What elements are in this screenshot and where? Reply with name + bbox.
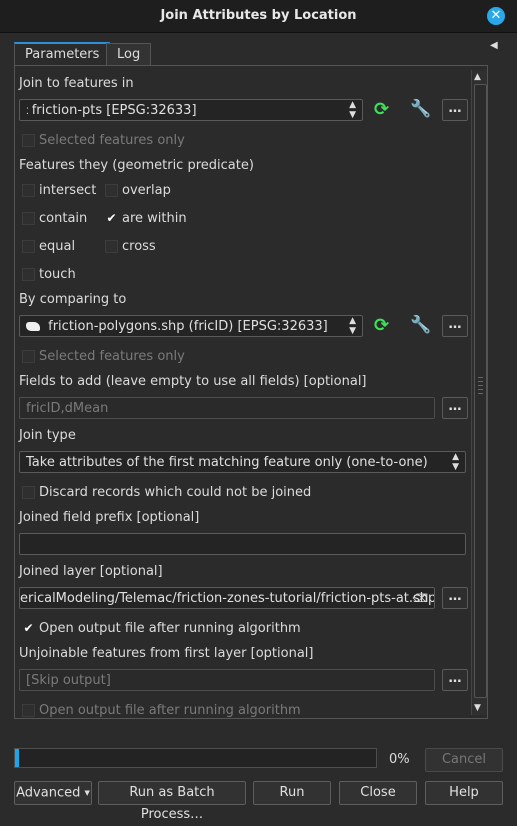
title-bar: Join Attributes by Location ✕ [0,0,517,33]
scrollbar-thumb[interactable] [474,84,487,698]
compare-layer-options-button[interactable]: … [442,315,468,337]
scroll-down-arrow-icon[interactable]: ▼ [474,703,481,713]
wrench-icon[interactable]: 🔧 [410,315,431,335]
wrench-icon[interactable]: 🔧 [410,99,431,119]
open-output-label: Open output file after running algorithm [39,621,301,636]
predicate-contain-label: contain [39,211,88,226]
joined-layer-input[interactable]: ericalModeling/Telemac/friction-zones-tu… [19,587,435,609]
sync-icon[interactable]: ⟳ [374,99,389,120]
join-layer-combo[interactable]: ⁚ friction-pts [EPSG:32633] ▲ ▼ [19,99,363,121]
predicate-within-checkbox[interactable]: ✔ [105,212,118,225]
advanced-label: Advanced [16,785,81,801]
predicate-within-label: are within [122,211,187,226]
predicate-intersect-label: intersect [39,183,97,198]
predicate-label: Features they (geometric predicate) [19,158,254,173]
unjoinable-input[interactable]: [Skip output] [19,669,435,691]
fields-select-button[interactable]: … [442,397,468,419]
predicate-touch-label: touch [39,267,76,282]
window-title: Join Attributes by Location [160,8,357,23]
compare-selected-only-checkbox[interactable] [22,350,35,363]
discard-checkbox[interactable] [22,486,35,499]
join-type-label: Join type [19,428,76,443]
fields-label: Fields to add (leave empty to use all fi… [19,374,367,389]
compare-to-label: By comparing to [19,292,127,307]
combo-arrows-icon: ▲ ▼ [349,100,356,120]
tab-log[interactable]: Log [106,43,152,66]
join-type-value: Take attributes of the first matching fe… [26,455,428,470]
unjoinable-open-output-checkbox[interactable] [22,704,35,717]
joined-layer-value: ericalModeling/Telemac/friction-zones-tu… [20,591,435,606]
scroll-up-arrow-icon[interactable]: ▲ [474,72,481,82]
predicate-contain-checkbox[interactable] [22,212,35,225]
close-icon[interactable]: ✕ [487,7,505,25]
combo-arrows-icon: ▲ ▼ [452,452,459,472]
unjoinable-open-output-label: Open output file after running algorithm [39,703,301,718]
join-type-combo[interactable]: Take attributes of the first matching fe… [19,451,466,473]
collapse-arrow-icon[interactable]: ◀ [490,40,498,51]
clear-icon[interactable]: ⌫ [412,588,428,608]
chevron-down-icon: ▼ [84,789,90,797]
predicate-touch-checkbox[interactable] [22,268,35,281]
close-button[interactable]: Close [339,781,417,805]
fields-input[interactable]: fricID,dMean [19,397,435,419]
compare-layer-combo[interactable]: friction-polygons.shp (fricID) [EPSG:326… [19,315,363,337]
cancel-button[interactable]: Cancel [425,748,503,772]
discard-label: Discard records which could not be joine… [39,485,312,500]
join-layer-options-button[interactable]: … [442,99,468,121]
join-to-label: Join to features in [19,76,134,91]
predicate-cross-label: cross [122,239,156,254]
run-button[interactable]: Run [253,781,331,805]
predicate-overlap-checkbox[interactable] [105,184,118,197]
combo-arrows-icon: ▲ ▼ [349,316,356,336]
join-selected-only-label: Selected features only [39,133,185,148]
predicate-overlap-label: overlap [122,183,171,198]
join-selected-only-checkbox[interactable] [22,134,35,147]
open-output-checkbox[interactable]: ✔ [22,622,35,635]
prefix-input[interactable] [19,533,466,555]
sync-icon[interactable]: ⟳ [374,315,389,336]
predicate-equal-checkbox[interactable] [22,240,35,253]
unjoinable-browse-button[interactable]: … [442,669,468,691]
scrollbar[interactable]: ▲ ▼ [471,70,487,715]
joined-layer-label: Joined layer [optional] [19,564,163,579]
joined-layer-browse-button[interactable]: … [442,587,468,609]
help-button[interactable]: Help [425,781,503,805]
progress-percent: 0% [389,752,410,767]
advanced-button[interactable]: Advanced ▼ [14,781,92,805]
predicate-intersect-checkbox[interactable] [22,184,35,197]
unjoinable-label: Unjoinable features from first layer [op… [19,646,314,661]
tab-parameters[interactable]: Parameters [14,42,111,66]
join-layer-value: friction-pts [EPSG:32633] [31,103,197,118]
compare-selected-only-label: Selected features only [39,349,185,364]
compare-layer-value: friction-polygons.shp (fricID) [EPSG:326… [48,319,328,334]
batch-process-button[interactable]: Run as Batch Process… [98,781,246,822]
prefix-label: Joined field prefix [optional] [19,510,200,525]
progress-bar [14,748,377,768]
polygon-layer-icon [26,322,40,331]
progress-fill [15,749,19,767]
predicate-cross-checkbox[interactable] [105,240,118,253]
predicate-equal-label: equal [39,239,76,254]
